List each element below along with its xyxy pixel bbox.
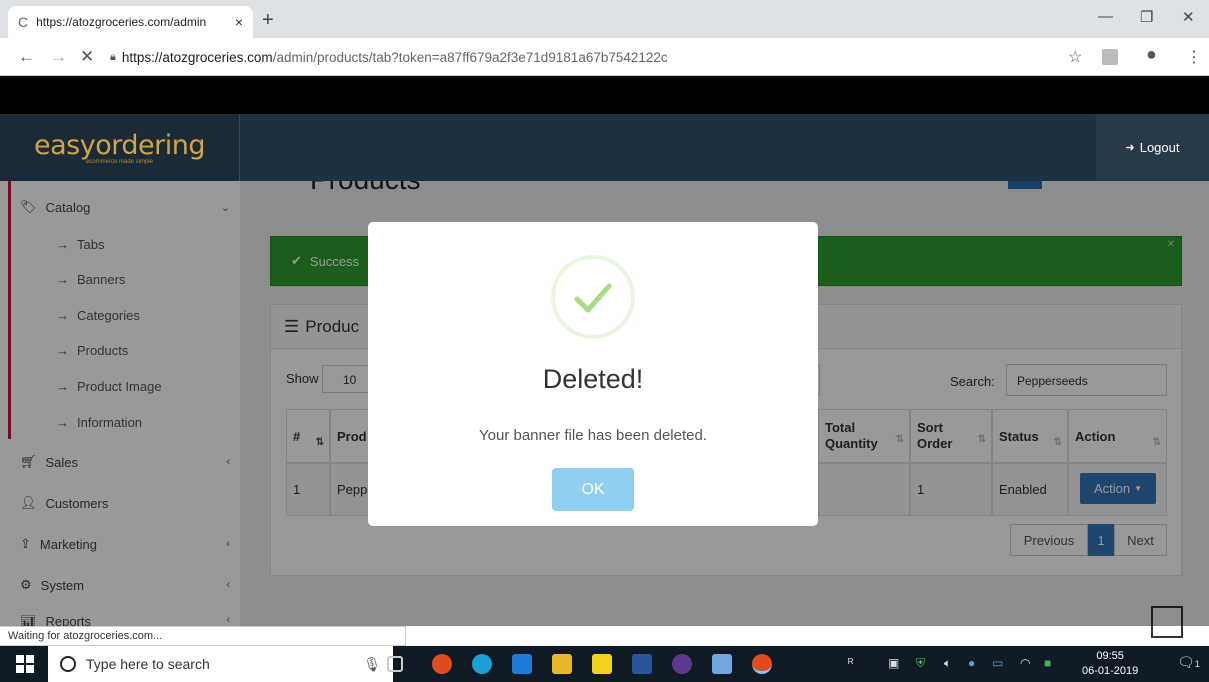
logout-icon: ➜ xyxy=(1125,142,1135,154)
stop-icon[interactable]: ✕ xyxy=(80,47,94,67)
back-icon[interactable]: ← xyxy=(18,47,35,67)
network-app-icon[interactable]: ● xyxy=(968,656,975,670)
task-view-icon[interactable] xyxy=(387,656,403,672)
word-icon[interactable] xyxy=(632,654,652,674)
minimize-icon[interactable]: — xyxy=(1098,8,1113,25)
window-close-icon[interactable]: ✕ xyxy=(1182,8,1195,26)
logo-text: easyordering xyxy=(34,130,205,161)
edge-icon[interactable] xyxy=(512,654,532,674)
cortana-icon xyxy=(60,656,76,672)
logout-button[interactable]: ➜ Logout xyxy=(1096,114,1209,181)
app-header: easyordering ecommerce made simple ➜ Log… xyxy=(0,114,1209,181)
checkmark-icon xyxy=(574,283,612,313)
dialog-message: Your banner file has been deleted. xyxy=(479,427,707,444)
bookmark-star-icon[interactable]: ☆ xyxy=(1068,47,1082,67)
notepad-icon[interactable] xyxy=(712,654,732,674)
windows-taskbar: Type here to search 🎙︎ ᴿ ▣ ⛨ 🔈︎ ● ▭ ◠ ■ … xyxy=(0,646,1209,682)
browser-tab-bar: C https://atozgroceries.com/admin × + — … xyxy=(0,0,1209,38)
ok-button[interactable]: OK xyxy=(552,468,634,511)
sticky-notes-icon[interactable] xyxy=(592,654,612,674)
browser-status-bar: Waiting for atozgroceries.com... xyxy=(0,626,406,646)
taskbar-search-box[interactable]: Type here to search 🎙︎ xyxy=(48,646,393,682)
url-path: /admin/products/tab?token=a87ff679a2f3e7… xyxy=(272,49,668,65)
security-icon[interactable]: ⛨ xyxy=(916,656,925,671)
tab-close-icon[interactable]: × xyxy=(235,14,243,30)
tray-app-icon[interactable]: ▣ xyxy=(888,656,899,670)
success-check-icon xyxy=(551,255,635,339)
file-explorer-icon[interactable] xyxy=(552,654,572,674)
browser-tab[interactable]: C https://atozgroceries.com/admin × xyxy=(8,6,253,38)
deleted-dialog: Deleted! Your banner file has been delet… xyxy=(368,222,818,526)
notifications-icon[interactable]: 🗨︎1 xyxy=(1177,654,1200,671)
monitor-icon[interactable]: ▭ xyxy=(992,656,1003,670)
clock-time: 09:55 xyxy=(1096,650,1124,662)
url-field[interactable]: 🔒︎ https://atozgroceries.com/admin/produ… xyxy=(110,45,1085,69)
input-icon[interactable]: ■ xyxy=(1044,656,1051,670)
chrome-taskbar-icon[interactable] xyxy=(432,654,452,674)
reload-favicon-icon: C xyxy=(18,14,29,30)
restore-icon[interactable]: ❐ xyxy=(1140,8,1153,26)
wifi-icon[interactable]: ◠ xyxy=(1020,656,1030,670)
lock-icon: 🔒︎ xyxy=(110,50,116,63)
logout-label: Logout xyxy=(1139,140,1180,155)
taskbar-search-placeholder: Type here to search xyxy=(86,656,210,672)
logo-tagline: ecommerce made simple xyxy=(85,159,154,165)
microphone-icon[interactable]: 🎙︎ xyxy=(363,656,381,673)
people-icon[interactable]: ᴿ xyxy=(848,656,853,670)
notification-count: 1 xyxy=(1194,659,1200,669)
new-tab-button[interactable]: + xyxy=(262,9,274,32)
menu-dots-icon[interactable]: ⋮ xyxy=(1186,47,1202,67)
clock-date: 06-01-2019 xyxy=(1082,665,1139,677)
page-top-bar xyxy=(0,76,1209,114)
url-host: https://atozgroceries.com xyxy=(121,49,273,65)
logo[interactable]: easyordering ecommerce made simple xyxy=(0,114,240,181)
windows-start-icon[interactable] xyxy=(16,655,34,673)
globe-app-icon[interactable] xyxy=(472,654,492,674)
forward-icon[interactable]: → xyxy=(50,47,67,67)
taskbar-clock[interactable]: 09:55 06-01-2019 xyxy=(1082,649,1138,679)
chrome-active-icon[interactable] xyxy=(752,654,772,674)
tab-title: https://atozgroceries.com/admin xyxy=(36,15,207,29)
volume-icon[interactable]: 🔈︎ xyxy=(944,656,951,671)
dialog-title: Deleted! xyxy=(542,364,644,394)
eclipse-icon[interactable] xyxy=(672,654,692,674)
address-bar-row: ← → ✕ 🔒︎ https://atozgroceries.com/admin… xyxy=(0,38,1209,76)
profile-icon[interactable]: ● xyxy=(1146,44,1157,65)
extension-icon[interactable] xyxy=(1102,49,1118,65)
